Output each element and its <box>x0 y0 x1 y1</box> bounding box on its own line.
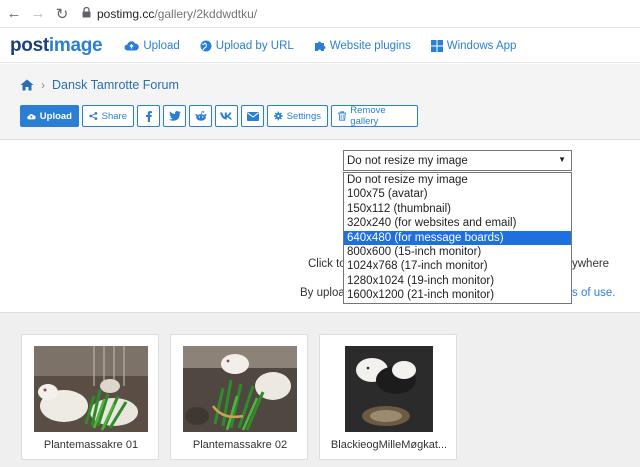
resize-options-list: Do not resize my image 100x75 (avatar) 1… <box>343 172 572 304</box>
browser-toolbar: ← → ↻ postimg.cc/gallery/2kddwdtku/ <box>0 0 640 28</box>
gallery-grid: Plantemassakre 01 Plantemassakre 02 Blac… <box>0 312 640 467</box>
resize-option[interactable]: 1280x1024 (19-inch monitor) <box>344 274 571 288</box>
terms-of-use-link[interactable]: s of use. <box>572 287 615 299</box>
settings-button[interactable]: Settings <box>267 105 328 127</box>
globe-icon <box>200 40 212 51</box>
twitter-icon <box>168 111 181 121</box>
resize-option[interactable]: 320x240 (for websites and email) <box>344 216 571 230</box>
gear-icon <box>274 111 283 121</box>
nav-upload-link[interactable]: Upload <box>124 40 180 52</box>
facebook-share-button[interactable] <box>137 105 160 127</box>
dropdown-arrow-icon: ▼ <box>558 155 566 164</box>
upload-instructions-right: ywhere <box>572 258 610 270</box>
lock-icon <box>82 6 91 21</box>
thumbnail-image[interactable] <box>332 346 446 432</box>
cloud-upload-icon <box>124 41 140 51</box>
reddit-icon <box>195 111 206 121</box>
thumbnail-caption: Plantemassakre 01 <box>43 439 139 451</box>
vk-icon <box>220 112 233 120</box>
gallery-item[interactable]: BlackieogMilleMøgkat... <box>319 334 457 460</box>
thumbnail-image[interactable] <box>183 346 297 432</box>
share-icon <box>89 112 98 120</box>
resize-option[interactable]: 150x112 (thumbnail) <box>344 202 571 216</box>
resize-option[interactable]: 1600x1200 (21-inch monitor) <box>344 288 571 302</box>
email-share-button[interactable] <box>241 105 264 127</box>
trash-icon <box>338 111 347 121</box>
back-icon[interactable]: ← <box>4 4 24 24</box>
forward-icon[interactable]: → <box>28 4 48 24</box>
gallery-item[interactable]: Plantemassakre 01 <box>21 334 159 460</box>
gallery-toolbar: Upload Share Settings Remove gallery <box>20 105 421 127</box>
gallery-item[interactable]: Plantemassakre 02 <box>170 334 308 460</box>
windows-icon <box>430 39 443 52</box>
cloud-upload-icon <box>27 113 36 119</box>
postimage-logo[interactable]: postimage <box>10 35 103 57</box>
site-navigation: postimage Upload Upload by URL Website p… <box>0 29 640 63</box>
resize-option[interactable]: 100x75 (avatar) <box>344 187 571 201</box>
resize-option-highlighted[interactable]: 640x480 (for message boards) <box>344 230 571 245</box>
puzzle-icon <box>314 41 326 51</box>
nav-windows-app-link[interactable]: Windows App <box>430 39 516 52</box>
resize-select[interactable]: Do not resize my image ▼ <box>343 150 572 171</box>
url-path: /gallery/2kddwdtku/ <box>154 6 258 21</box>
remove-gallery-button[interactable]: Remove gallery <box>331 105 418 127</box>
upload-button[interactable]: Upload <box>20 105 79 127</box>
thumbnail-image[interactable] <box>34 346 148 432</box>
share-button[interactable]: Share <box>82 105 134 127</box>
breadcrumb: › Dansk Tamrotte Forum <box>20 78 179 92</box>
home-icon[interactable] <box>20 79 34 91</box>
thumbnail-caption: BlackieogMilleMøgkat... <box>330 439 448 451</box>
resize-option[interactable]: 1024x768 (17-inch monitor) <box>344 259 571 273</box>
vk-share-button[interactable] <box>215 105 238 127</box>
twitter-share-button[interactable] <box>163 105 186 127</box>
facebook-icon <box>145 110 152 122</box>
url-host: postimg.cc <box>97 6 155 21</box>
chevron-right-icon: › <box>41 78 45 92</box>
gallery-header: › Dansk Tamrotte Forum Upload Share Sett… <box>0 64 640 140</box>
gallery-title[interactable]: Dansk Tamrotte Forum <box>52 78 179 92</box>
envelope-icon <box>246 111 259 121</box>
thumbnail-caption: Plantemassakre 02 <box>192 439 288 451</box>
reddit-share-button[interactable] <box>189 105 212 127</box>
resize-option[interactable]: 800x600 (15-inch monitor) <box>344 245 571 259</box>
resize-option[interactable]: Do not resize my image <box>344 173 571 187</box>
reload-icon[interactable]: ↻ <box>52 4 72 24</box>
nav-upload-by-url-link[interactable]: Upload by URL <box>200 40 294 52</box>
address-bar[interactable]: postimg.cc/gallery/2kddwdtku/ <box>82 6 258 21</box>
upload-instructions-left: Click to <box>308 258 346 270</box>
nav-website-plugins-link[interactable]: Website plugins <box>314 40 411 52</box>
terms-notice-left: By uploa <box>300 287 345 299</box>
